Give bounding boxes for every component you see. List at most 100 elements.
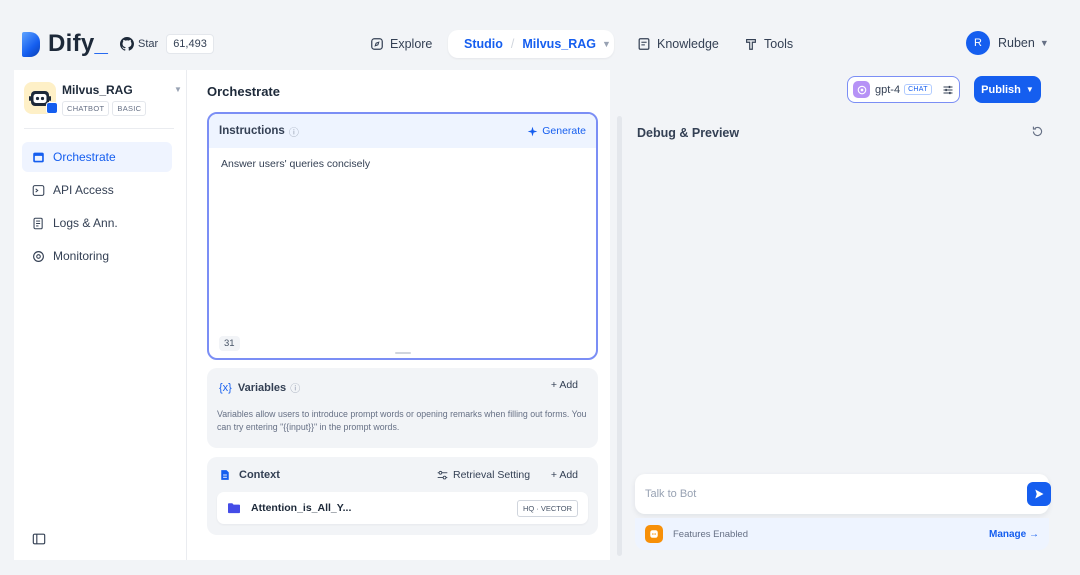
nav-explore[interactable]: Explore (370, 30, 432, 58)
user-menu[interactable]: R Ruben ▼ (966, 31, 1049, 55)
sidebar-item-label: Orchestrate (53, 150, 116, 164)
sidebar-item-label: Logs & Ann. (53, 216, 118, 230)
nav-separator: / (510, 37, 515, 51)
variables-description: Variables allow users to introduce promp… (217, 409, 587, 432)
sparkle-icon (527, 126, 538, 136)
chat-input-box (635, 474, 1051, 514)
sidebar-item-label: API Access (53, 183, 114, 197)
add-variable-button[interactable]: + Add (551, 379, 578, 391)
nav-explore-label: Explore (390, 37, 433, 51)
app-tag-mode: CHATBOT (62, 101, 110, 116)
settings-sliders-icon (437, 470, 448, 479)
instructions-editor: Instructions ⓘ Generate Answer users' qu… (207, 112, 598, 360)
logo-mark-icon (22, 31, 40, 57)
terminal-icon (32, 184, 45, 196)
instructions-label: Instructions (219, 125, 285, 137)
sidebar-item-orchestrate[interactable]: Orchestrate (22, 142, 172, 172)
nav-tools-label: Tools (764, 37, 794, 51)
github-star-button[interactable]: Star 61,493 (120, 33, 214, 55)
gauge-icon (33, 250, 44, 262)
features-bar: Features Enabled Manage → (635, 518, 1049, 550)
features-label: Features Enabled (673, 528, 748, 540)
openai-icon (853, 81, 870, 98)
app-name: Milvus_RAG (62, 83, 133, 97)
nav-tools[interactable]: Tools (744, 30, 793, 58)
panel-splitter[interactable] (617, 116, 622, 556)
context-section: Context Retrieval Setting + Add Attentio… (207, 457, 598, 535)
app-tag-type: BASIC (112, 101, 147, 116)
variable-icon: {x} (219, 381, 232, 394)
debug-preview-panel: Debug & Preview Features Enabled Manage … (624, 112, 1056, 558)
debug-title: Debug & Preview (637, 126, 740, 140)
dify-logo[interactable]: Dify_ (22, 30, 108, 58)
refresh-icon[interactable] (1031, 125, 1044, 138)
layout-icon (33, 152, 44, 162)
nav-current-app[interactable]: Milvus_RAG (522, 37, 596, 51)
publish-label: Publish (981, 83, 1021, 96)
nav-studio[interactable]: Studio / Milvus_RAG ▼ (448, 30, 614, 58)
book-icon (638, 38, 650, 50)
orchestrate-panel: Orchestrate Instructions ⓘ Generate Answ… (186, 70, 610, 560)
generate-label: Generate (542, 125, 586, 137)
char-count: 31 (219, 336, 240, 351)
hammer-icon (746, 39, 756, 50)
info-icon[interactable]: ⓘ (290, 380, 300, 395)
app-tags: CHATBOT BASIC (62, 101, 147, 116)
app-type-badge-icon (46, 102, 58, 114)
sidebar-item-label: Monitoring (53, 249, 110, 263)
context-label: Context (239, 469, 280, 481)
dataset-index-tag: HQ · VECTOR (516, 499, 578, 517)
nav-knowledge[interactable]: Knowledge (637, 30, 719, 58)
logo-text: Dify (48, 30, 95, 57)
dataset-item[interactable]: Attention_is_All_Y... HQ · VECTOR (217, 492, 588, 524)
instructions-header: Instructions ⓘ Generate (209, 114, 596, 148)
sidebar-menu: Orchestrate API Access Logs & Ann. Monit… (22, 142, 172, 274)
chevron-down-icon: ▼ (1025, 85, 1034, 94)
compass-icon (371, 38, 383, 50)
chat-input[interactable] (645, 482, 1005, 506)
left-sidebar: Milvus_RAG ▼ CHATBOT BASIC Orchestrate A… (14, 70, 186, 560)
chevron-down-icon: ▼ (1039, 38, 1049, 48)
generate-button[interactable]: Generate (527, 125, 586, 137)
send-icon (1035, 489, 1044, 499)
github-icon (120, 37, 134, 51)
variables-header: {x} Variables ⓘ (219, 380, 300, 396)
retrieval-setting-label: Retrieval Setting (453, 469, 531, 481)
sidebar-item-api-access[interactable]: API Access (22, 175, 172, 205)
page-title: Orchestrate (207, 84, 280, 99)
sidebar-item-logs[interactable]: Logs & Ann. (22, 208, 172, 238)
model-name: gpt-4 (875, 83, 901, 96)
model-mode-tag: CHAT (904, 84, 932, 95)
manage-features-link[interactable]: Manage → (989, 529, 1039, 540)
info-icon[interactable]: ⓘ (289, 124, 299, 139)
nav-studio-label: Studio (464, 37, 503, 51)
resize-handle[interactable] (395, 352, 411, 354)
github-star-label: Star (138, 38, 159, 50)
dataset-name: Attention_is_All_Y... (251, 502, 352, 514)
send-button[interactable] (1027, 482, 1051, 506)
sidebar-divider (24, 128, 174, 129)
nav-knowledge-label: Knowledge (657, 37, 719, 51)
add-context-button[interactable]: + Add (551, 469, 578, 481)
github-star-count: 61,493 (166, 34, 214, 54)
logo-cursor: _ (94, 30, 109, 57)
variables-label: Variables (237, 381, 287, 394)
features-icon (645, 525, 663, 543)
model-settings-icon[interactable] (942, 84, 954, 96)
document-icon (221, 470, 229, 480)
folder-icon (228, 503, 240, 514)
chevron-down-icon[interactable]: ▼ (174, 85, 182, 94)
sidebar-collapse-icon[interactable] (32, 532, 46, 546)
file-list-icon (33, 217, 43, 229)
user-name: Ruben (998, 36, 1035, 50)
model-selector[interactable]: gpt-4 CHAT (847, 76, 960, 103)
instructions-text[interactable]: Answer users' queries concisely (209, 148, 596, 180)
chevron-down-icon[interactable]: ▼ (602, 39, 611, 49)
retrieval-setting-button[interactable]: Retrieval Setting (437, 469, 530, 481)
context-header: Context (219, 469, 280, 481)
app-selector[interactable]: Milvus_RAG ▼ CHATBOT BASIC (24, 80, 182, 124)
avatar: R (966, 31, 990, 55)
variables-section: {x} Variables ⓘ + Add Variables allow us… (207, 368, 598, 448)
sidebar-item-monitoring[interactable]: Monitoring (22, 241, 172, 271)
publish-button[interactable]: Publish ▼ (974, 76, 1041, 103)
